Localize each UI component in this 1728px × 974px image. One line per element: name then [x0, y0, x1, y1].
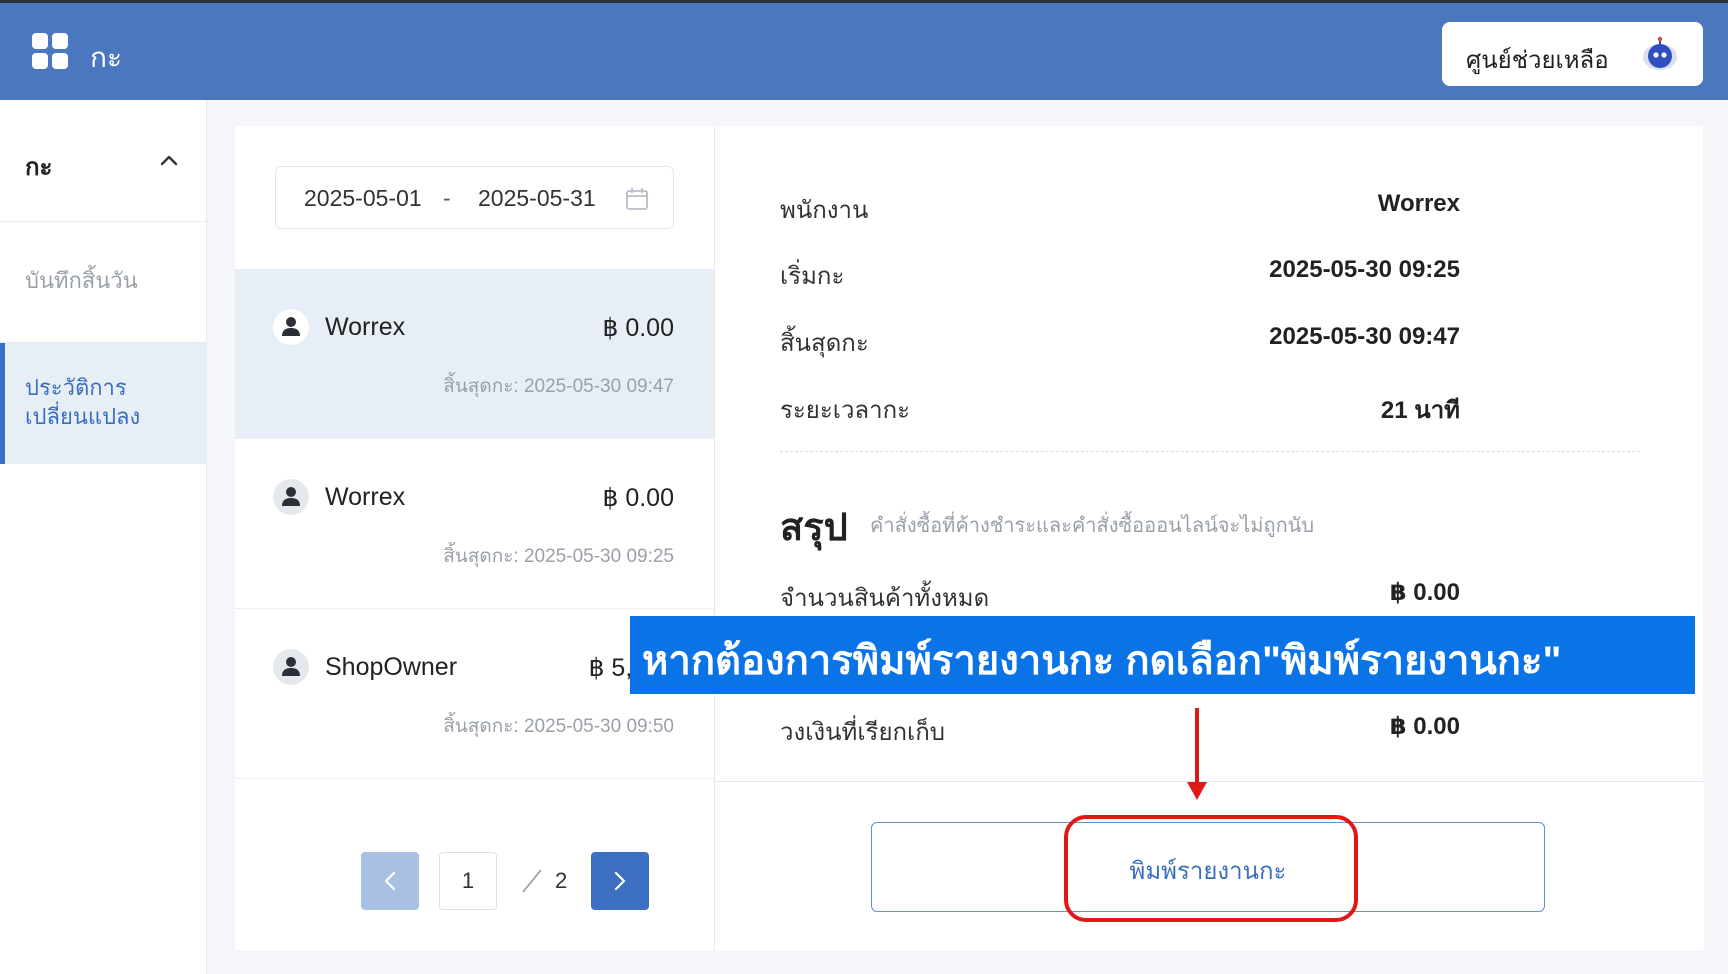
help-center-button[interactable]: ศูนย์ช่วยเหลือ	[1442, 22, 1703, 86]
pagination-prev-button[interactable]	[361, 852, 419, 910]
shift-end-time: สิ้นสุดกะ: 2025-05-30 09:25	[443, 546, 674, 567]
detail-label: สิ้นสุดกะ	[780, 330, 869, 357]
sidebar-section-label: กะ	[25, 154, 53, 181]
shift-employee-name: ShopOwner	[325, 653, 458, 681]
summary-label: จำนวนสินค้าทั้งหมด	[780, 585, 990, 612]
user-icon	[273, 479, 309, 515]
calendar-icon	[626, 188, 648, 210]
shift-amount: ฿ 0.00	[602, 314, 674, 342]
user-icon	[273, 649, 309, 685]
summary-value: ฿ 0.00	[1389, 713, 1460, 740]
robot-assistant-icon	[1643, 36, 1677, 70]
tutorial-banner-text: หากต้องการพิมพ์รายงานกะ กดเลือก"พิมพ์ราย…	[642, 639, 1562, 683]
detail-label: ระยะเวลากะ	[780, 397, 911, 424]
summary-row-total-items: จำนวนสินค้าทั้งหมด ฿ 0.00	[780, 578, 1460, 612]
tutorial-banner: หากต้องการพิมพ์รายงานกะ กดเลือก"พิมพ์ราย…	[630, 616, 1695, 694]
tutorial-highlight-circle	[1064, 815, 1358, 922]
sidebar-item-change-history[interactable]: ประวัติการเปลี่ยนแปลง	[0, 343, 207, 464]
summary-note: คำสั่งซื้อที่ค้างชำระและคำสั่งซื้อออนไลน…	[870, 515, 1315, 537]
help-center-label: ศูนย์ช่วยเหลือ	[1466, 47, 1609, 74]
detail-row-shift-start: เริ่มกะ 2025-05-30 09:25	[780, 256, 1460, 290]
shift-employee-name: Worrex	[325, 483, 406, 511]
date-start: 2025-05-01	[304, 185, 422, 211]
detail-value: Worrex	[1377, 190, 1460, 217]
summary-label: วงเงินที่เรียกเก็บ	[780, 719, 945, 746]
shift-end-time: สิ้นสุดกะ: 2025-05-30 09:50	[443, 716, 674, 737]
chevron-left-icon	[384, 871, 396, 891]
user-icon	[273, 309, 309, 345]
page-title: กะ	[90, 42, 122, 73]
pagination-next-button[interactable]	[591, 852, 649, 910]
detail-row-shift-end: สิ้นสุดกะ 2025-05-30 09:47	[780, 323, 1460, 357]
summary-value: ฿ 0.00	[1389, 579, 1460, 606]
sidebar-section-shift[interactable]: กะ	[0, 100, 207, 222]
sidebar: กะ บันทึกสิ้นวัน ประวัติการเปลี่ยนแปลง	[0, 100, 207, 974]
shift-list-item[interactable]: Worrex ฿ 0.00 สิ้นสุดกะ: 2025-05-30 09:2…	[235, 439, 714, 609]
shift-employee-name: Worrex	[325, 313, 406, 341]
sidebar-item-label: บันทึกสิ้นวัน	[25, 268, 138, 293]
chevron-right-icon	[614, 871, 626, 891]
shift-amount: ฿ 0.00	[602, 484, 674, 512]
detail-row-employee: พนักงาน Worrex	[780, 190, 1460, 224]
top-bar: กะ ศูนย์ช่วยเหลือ	[0, 0, 1728, 100]
summary-row-amount-charged: วงเงินที่เรียกเก็บ ฿ 0.00	[780, 712, 1460, 746]
date-end: 2025-05-31	[478, 185, 596, 211]
pagination-total-pages: 2	[555, 868, 568, 893]
detail-value: 21 นาที	[1380, 397, 1460, 424]
date-separator: -	[443, 185, 451, 211]
shift-list-item[interactable]: Worrex ฿ 0.00 สิ้นสุดกะ: 2025-05-30 09:4…	[235, 269, 714, 439]
shift-end-time: สิ้นสุดกะ: 2025-05-30 09:47	[443, 376, 674, 397]
sidebar-item-end-of-day[interactable]: บันทึกสิ้นวัน	[0, 222, 207, 343]
app-grid-icon[interactable]	[32, 33, 69, 70]
pagination-separator-icon	[522, 869, 542, 893]
detail-label: เริ่มกะ	[780, 263, 845, 290]
tutorial-arrow-icon	[1187, 708, 1207, 800]
summary-title: สรุป	[780, 507, 848, 549]
date-range-picker[interactable]: 2025-05-01 - 2025-05-31	[275, 166, 674, 229]
detail-label: พนักงาน	[780, 197, 869, 224]
detail-value: 2025-05-30 09:25	[1269, 256, 1460, 283]
chevron-up-icon	[160, 155, 178, 166]
sidebar-item-label: ประวัติการเปลี่ยนแปลง	[25, 375, 141, 429]
pagination-current-page[interactable]: 1	[439, 852, 497, 910]
divider	[780, 451, 1640, 452]
shift-list-panel: 2025-05-01 - 2025-05-31 Worrex ฿ 0.00 สิ…	[235, 126, 714, 950]
detail-value: 2025-05-30 09:47	[1269, 323, 1460, 350]
detail-row-shift-duration: ระยะเวลากะ 21 นาที	[780, 390, 1460, 424]
